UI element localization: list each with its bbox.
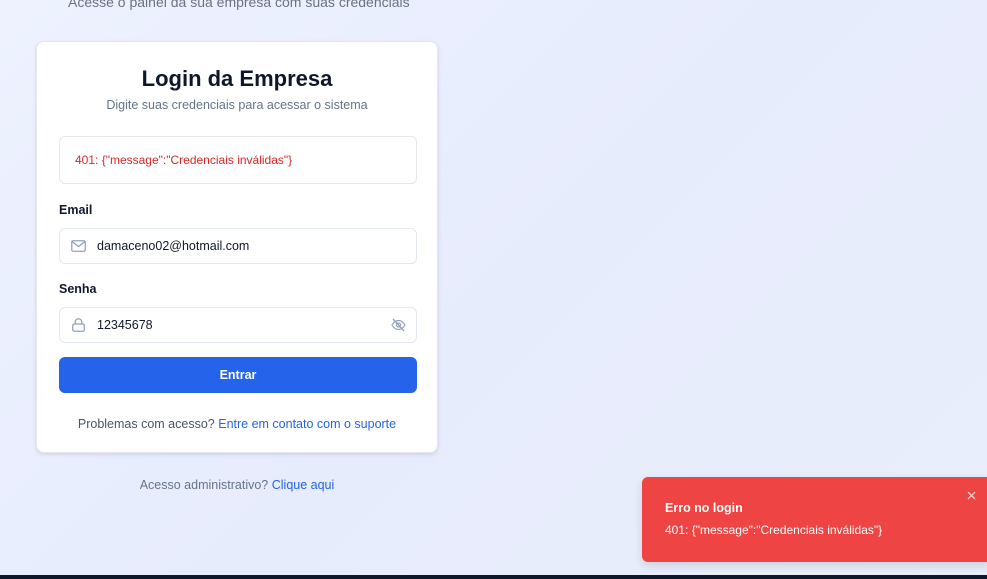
page-subtitle: Acesse o painel da sua empresa com suas …: [68, 0, 410, 10]
submit-button[interactable]: Entrar: [59, 357, 417, 393]
toast-message: 401: {"message":"Credenciais inválidas"}: [665, 523, 883, 537]
password-field[interactable]: 12345678: [59, 307, 417, 343]
email-label: Email: [59, 203, 93, 217]
admin-access-text: Acesso administrativo?: [139, 478, 269, 492]
admin-link[interactable]: Clique aqui: [272, 478, 335, 492]
support-help: Problemas com acesso? Entre em contato c…: [37, 417, 437, 431]
lock-icon: [70, 317, 86, 333]
login-card: Login da Empresa Digite suas credenciais…: [36, 41, 438, 453]
error-toast: Erro no login 401: {"message":"Credencia…: [642, 477, 987, 562]
bottom-bar: [0, 575, 987, 579]
mail-icon: [70, 238, 86, 254]
error-alert-text: 401: {"message":"Credenciais inválidas"}: [75, 153, 293, 167]
support-link[interactable]: Entre em contato com o suporte: [218, 417, 396, 431]
support-help-text: Problemas com acesso?: [77, 417, 215, 431]
toast-title: Erro no login: [665, 501, 743, 515]
error-alert: 401: {"message":"Credenciais inválidas"}: [59, 136, 417, 184]
admin-access: Acesso administrativo? Clique aqui: [36, 478, 438, 492]
card-title: Login da Empresa: [141, 66, 333, 91]
close-icon[interactable]: [965, 489, 977, 501]
password-value: 12345678: [97, 318, 153, 332]
password-label: Senha: [59, 282, 97, 296]
email-value: damaceno02@hotmail.com: [97, 239, 250, 253]
email-field[interactable]: damaceno02@hotmail.com: [59, 228, 417, 264]
card-subtitle: Digite suas credenciais para acessar o s…: [106, 98, 368, 112]
eye-off-icon[interactable]: [390, 317, 406, 333]
